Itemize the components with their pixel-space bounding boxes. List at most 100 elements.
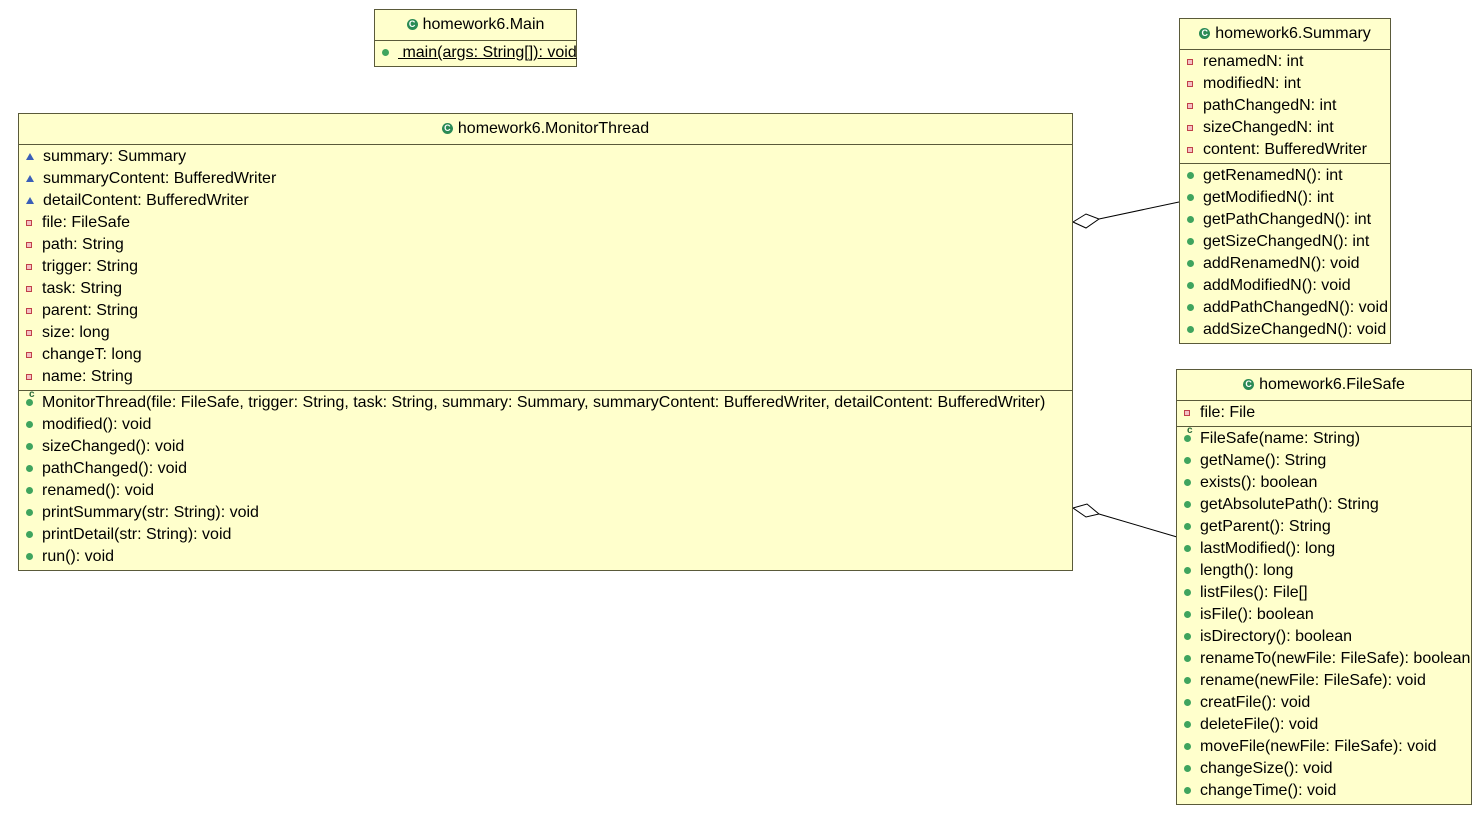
method-row[interactable]: moveFile(newFile: FileSafe): void bbox=[1177, 736, 1471, 758]
public-method-icon bbox=[1187, 260, 1194, 267]
member-label: creatFile(): void bbox=[1200, 694, 1311, 711]
method-row[interactable]: changeSize(): void bbox=[1177, 758, 1471, 780]
member-label: getPathChangedN(): int bbox=[1203, 211, 1372, 228]
method-row[interactable]: printSummary(str: String): void bbox=[19, 502, 1072, 524]
class-filesafe[interactable]: Chomework6.FileSafe file: File FileSafe(… bbox=[1176, 369, 1472, 805]
member-label: sizeChanged(): void bbox=[42, 438, 185, 455]
method-row[interactable]: printDetail(str: String): void bbox=[19, 524, 1072, 546]
method-row[interactable]: modified(): void bbox=[19, 414, 1072, 436]
public-method-icon bbox=[26, 465, 33, 472]
package-field-icon bbox=[26, 175, 34, 182]
method-row[interactable]: addModifiedN(): void bbox=[1180, 275, 1390, 297]
aggregation-monitor-summary[interactable] bbox=[1071, 201, 1180, 229]
field-row[interactable]: content: BufferedWriter bbox=[1180, 139, 1390, 161]
class-summary[interactable]: Chomework6.Summary renamedN: int modified… bbox=[1179, 18, 1391, 344]
class-summary-title: homework6.Summary bbox=[1215, 25, 1371, 42]
field-row[interactable]: trigger: String bbox=[19, 256, 1072, 278]
member-label: isDirectory(): boolean bbox=[1200, 628, 1353, 645]
package-field-icon bbox=[26, 153, 34, 160]
method-row[interactable]: deleteFile(): void bbox=[1177, 714, 1471, 736]
private-field-icon bbox=[26, 330, 32, 336]
field-row[interactable]: name: String bbox=[19, 366, 1072, 388]
field-row[interactable]: sizeChangedN: int bbox=[1180, 117, 1390, 139]
method-row[interactable]: getPathChangedN(): int bbox=[1180, 209, 1390, 231]
class-main[interactable]: Chomework6.Main main(args: String[]): vo… bbox=[374, 9, 577, 67]
public-method-icon bbox=[1184, 611, 1191, 618]
method-row[interactable]: FileSafe(name: String) bbox=[1177, 426, 1471, 450]
field-row[interactable]: renamedN: int bbox=[1180, 51, 1390, 73]
method-row[interactable]: pathChanged(): void bbox=[19, 458, 1072, 480]
member-label: getModifiedN(): int bbox=[1203, 189, 1334, 206]
class-summary-header: Chomework6.Summary bbox=[1180, 19, 1390, 50]
method-row[interactable]: MonitorThread(file: FileSafe, trigger: S… bbox=[19, 390, 1072, 414]
field-row[interactable]: file: FileSafe bbox=[19, 212, 1072, 234]
class-filesafe-methods: FileSafe(name: String) getName(): String e… bbox=[1177, 426, 1471, 804]
method-row[interactable]: renamed(): void bbox=[19, 480, 1072, 502]
member-label: renamedN: int bbox=[1203, 53, 1304, 70]
public-method-icon bbox=[1184, 545, 1191, 552]
method-row[interactable]: rename(newFile: FileSafe): void bbox=[1177, 670, 1471, 692]
public-method-icon bbox=[26, 443, 33, 450]
method-row[interactable]: exists(): boolean bbox=[1177, 472, 1471, 494]
method-row[interactable]: changeTime(): void bbox=[1177, 780, 1471, 802]
member-label: parent: String bbox=[42, 302, 139, 319]
method-row[interactable]: getAbsolutePath(): String bbox=[1177, 494, 1471, 516]
method-row[interactable]: isDirectory(): boolean bbox=[1177, 626, 1471, 648]
field-row[interactable]: detailContent: BufferedWriter bbox=[19, 190, 1072, 212]
member-label: summary: Summary bbox=[43, 148, 187, 165]
field-row[interactable]: summaryContent: BufferedWriter bbox=[19, 168, 1072, 190]
method-row[interactable]: lastModified(): long bbox=[1177, 538, 1471, 560]
method-row[interactable]: addSizeChangedN(): void bbox=[1180, 319, 1390, 341]
field-row[interactable]: changeT: long bbox=[19, 344, 1072, 366]
method-row[interactable]: main(args: String[]): void bbox=[375, 42, 577, 64]
method-row[interactable]: run(): void bbox=[19, 546, 1072, 568]
member-label: FileSafe(name: String) bbox=[1200, 430, 1361, 447]
field-row[interactable]: size: long bbox=[19, 322, 1072, 344]
public-method-icon bbox=[1184, 655, 1191, 662]
field-row[interactable]: path: String bbox=[19, 234, 1072, 256]
method-row[interactable]: getParent(): String bbox=[1177, 516, 1471, 538]
method-row[interactable]: getRenamedN(): int bbox=[1180, 165, 1390, 187]
private-field-icon bbox=[1184, 410, 1190, 416]
public-method-icon bbox=[1187, 194, 1194, 201]
method-row[interactable]: sizeChanged(): void bbox=[19, 436, 1072, 458]
method-row[interactable]: addRenamedN(): void bbox=[1180, 253, 1390, 275]
class-monitorthread-header: Chomework6.MonitorThread bbox=[19, 114, 1072, 145]
member-label: size: long bbox=[42, 324, 110, 341]
field-row[interactable]: task: String bbox=[19, 278, 1072, 300]
method-row[interactable]: addPathChangedN(): void bbox=[1180, 297, 1390, 319]
public-method-icon bbox=[1184, 787, 1191, 794]
member-label: file: File bbox=[1200, 404, 1256, 421]
member-label: exists(): boolean bbox=[1200, 474, 1318, 491]
private-field-icon bbox=[26, 242, 32, 248]
class-monitorthread[interactable]: Chomework6.MonitorThread summary: Summar… bbox=[18, 113, 1073, 571]
field-row[interactable]: parent: String bbox=[19, 300, 1072, 322]
public-method-icon bbox=[1184, 765, 1191, 772]
method-row[interactable]: listFiles(): File[] bbox=[1177, 582, 1471, 604]
method-row[interactable]: isFile(): boolean bbox=[1177, 604, 1471, 626]
method-row[interactable]: getSizeChangedN(): int bbox=[1180, 231, 1390, 253]
field-row[interactable]: pathChangedN: int bbox=[1180, 95, 1390, 117]
field-row[interactable]: file: File bbox=[1177, 402, 1471, 424]
member-label: changeSize(): void bbox=[1200, 760, 1333, 777]
class-filesafe-header: Chomework6.FileSafe bbox=[1177, 370, 1471, 401]
private-field-icon bbox=[26, 308, 32, 314]
class-icon: C bbox=[1199, 28, 1211, 39]
class-filesafe-title: homework6.FileSafe bbox=[1259, 376, 1405, 393]
method-row[interactable]: renameTo(newFile: FileSafe): boolean bbox=[1177, 648, 1471, 670]
public-method-icon bbox=[1184, 699, 1191, 706]
field-row[interactable]: summary: Summary bbox=[19, 146, 1072, 168]
method-row[interactable]: creatFile(): void bbox=[1177, 692, 1471, 714]
method-row[interactable]: getModifiedN(): int bbox=[1180, 187, 1390, 209]
member-label: getRenamedN(): int bbox=[1203, 167, 1343, 184]
aggregation-monitor-filesafe[interactable] bbox=[1071, 503, 1178, 538]
class-main-title: homework6.Main bbox=[422, 16, 545, 33]
method-row[interactable]: getName(): String bbox=[1177, 450, 1471, 472]
private-field-icon bbox=[26, 220, 32, 226]
member-label: moveFile(newFile: FileSafe): void bbox=[1200, 738, 1437, 755]
method-row[interactable]: length(): long bbox=[1177, 560, 1471, 582]
field-row[interactable]: modifiedN: int bbox=[1180, 73, 1390, 95]
class-icon: C bbox=[1243, 379, 1255, 390]
public-method-icon bbox=[1187, 282, 1194, 289]
private-field-icon bbox=[1187, 125, 1193, 131]
